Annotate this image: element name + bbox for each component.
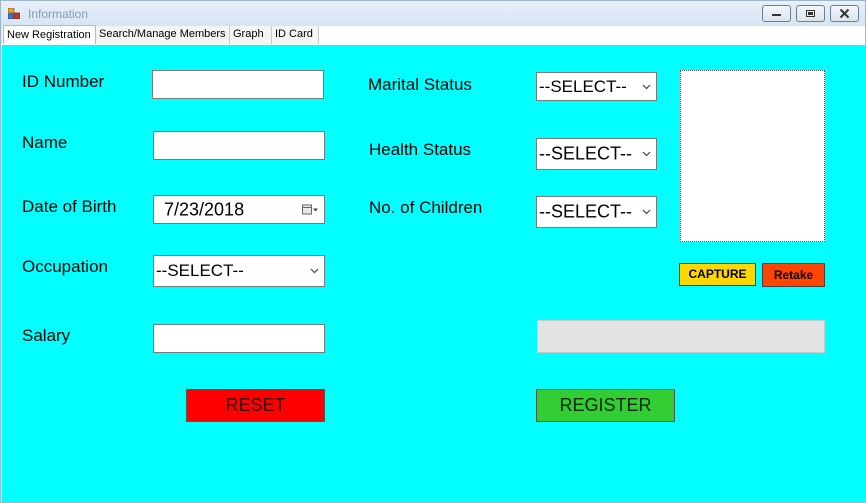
close-icon (839, 8, 850, 19)
app-icon (8, 8, 20, 19)
occupation-value: --SELECT-- (156, 261, 244, 280)
salary-label: Salary (22, 326, 71, 345)
marital-status-label: Marital Status (368, 75, 472, 94)
title-bar[interactable]: Information (1, 1, 865, 26)
chevron-down-icon (642, 84, 651, 89)
date-of-birth-value: 7/23/2018 (164, 199, 245, 219)
date-of-birth-label: Date of Birth (22, 197, 117, 216)
tab-search-manage-members[interactable]: Search/Manage Members (96, 26, 230, 44)
chevron-down-icon (642, 209, 651, 215)
name-label: Name (22, 133, 68, 152)
name-field[interactable] (153, 131, 325, 160)
calendar-dropdown-icon[interactable] (302, 204, 318, 215)
close-button[interactable] (830, 5, 859, 22)
chevron-down-icon (642, 151, 651, 157)
marital-status-value: --SELECT-- (539, 76, 627, 96)
tab-graph[interactable]: Graph (230, 26, 272, 44)
health-status-value: --SELECT-- (539, 143, 633, 164)
reset-button[interactable]: RESET (186, 389, 325, 422)
no-of-children-value: --SELECT-- (539, 201, 633, 222)
restore-icon (806, 10, 815, 17)
minimize-icon (772, 14, 781, 16)
restore-button[interactable] (796, 5, 825, 22)
application-window: Information New Registration Search/Mana… (0, 0, 866, 503)
capture-button[interactable]: CAPTURE (679, 263, 756, 286)
tab-strip: New Registration Search/Manage Members G… (2, 25, 865, 45)
status-field (537, 320, 825, 353)
no-of-children-select[interactable]: --SELECT-- (536, 196, 657, 228)
date-of-birth-picker[interactable]: 7/23/2018 (153, 195, 325, 224)
window-title: Information (28, 7, 89, 21)
id-number-label: ID Number (22, 72, 105, 91)
health-status-label: Health Status (369, 140, 472, 159)
health-status-select[interactable]: --SELECT-- (536, 138, 657, 170)
retake-button[interactable]: Retake (762, 263, 825, 287)
registration-panel: ID Number Name Date of Birth 7/23/2018 O… (2, 45, 865, 502)
marital-status-select[interactable]: --SELECT-- (536, 72, 657, 101)
chevron-down-icon (310, 268, 319, 274)
tab-new-registration[interactable]: New Registration (3, 25, 96, 44)
id-number-field[interactable] (152, 70, 324, 99)
register-button[interactable]: REGISTER (536, 389, 675, 422)
minimize-button[interactable] (762, 5, 791, 22)
occupation-select[interactable]: --SELECT-- (153, 255, 325, 287)
tab-id-card[interactable]: ID Card (272, 26, 319, 44)
no-of-children-label: No. of Children (369, 198, 483, 217)
photo-preview (680, 70, 825, 242)
salary-field[interactable] (153, 324, 325, 353)
occupation-label: Occupation (22, 257, 108, 276)
